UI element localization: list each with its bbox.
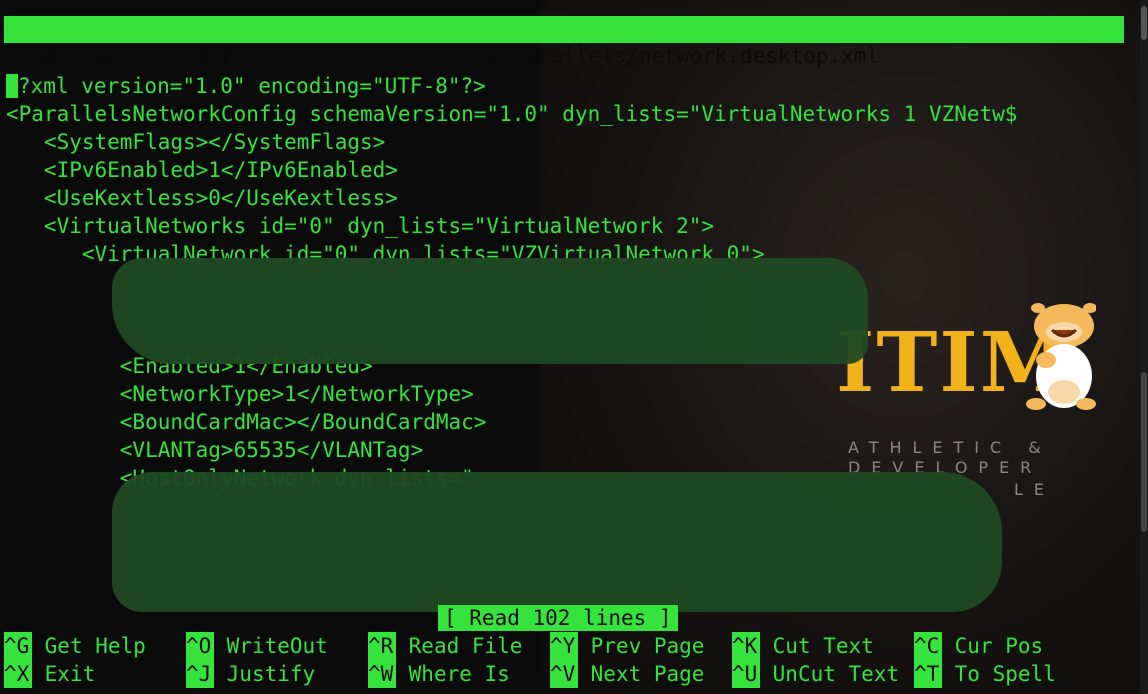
editor-line-11[interactable]: <VLANTag>65535</VLANTag> [6,436,423,464]
shortcut-get-help[interactable]: ^G Get Help [4,632,146,660]
editor-line-1[interactable]: ?xml version="1.0" encoding="UTF-8"?> [18,72,486,100]
shortcut-label: Get Help [44,634,146,658]
shortcut-justify[interactable]: ^J Justify [186,660,315,688]
title-text: GNU nano 2.0.6 File: ...y/Preferences/Pa… [32,44,880,68]
editor-line-4[interactable]: <IPv6Enabled>1</IPv6Enabled> [6,156,398,184]
scrollbar-thumb-top[interactable] [1141,6,1147,40]
shortcut-key: ^W [368,660,396,688]
shortcut-key: ^T [914,660,942,688]
shortcut-writeout[interactable]: ^O WriteOut [186,632,328,660]
shortcut-key: ^C [914,632,942,660]
shortcut-read-file[interactable]: ^R Read File [368,632,522,660]
shortcut-where-is[interactable]: ^W Where Is [368,660,510,688]
shortcut-key: ^X [4,660,32,688]
shortcut-label: Read File [408,634,523,658]
shortcut-label: Next Page [590,662,705,686]
shortcut-label: Justify [226,662,316,686]
editor-line-10[interactable]: <BoundCardMac></BoundCardMac> [6,408,487,436]
scrollbar-thumb[interactable] [1141,372,1147,532]
shortcut-key: ^G [4,632,32,660]
shortcut-label: WriteOut [226,634,328,658]
shortcut-key: ^O [186,632,214,660]
shortcut-label: Exit [44,662,96,686]
shortcut-prev-page[interactable]: ^Y Prev Page [550,632,704,660]
shortcut-key: ^J [186,660,214,688]
shortcut-label: Cur Pos [954,634,1044,658]
nano-title-bar: GNU nano 2.0.6 File: ...y/Preferences/Pa… [4,16,1124,68]
wallpaper-tagline-3: LE [1014,480,1056,499]
redaction-block-upper [112,258,868,364]
shortcut-next-page[interactable]: ^V Next Page [550,660,704,688]
shortcut-cut-text[interactable]: ^K Cut Text [732,632,874,660]
shortcut-label: To Spell [954,662,1056,686]
shortcut-cur-pos[interactable]: ^C Cur Pos [914,632,1043,660]
wallpaper-tagline-1: ATHLETIC & [848,438,1052,457]
shortcut-to-spell[interactable]: ^T To Spell [914,660,1056,688]
editor-line-5[interactable]: <UseKextless>0</UseKextless> [6,184,398,212]
text-cursor [6,74,18,98]
redaction-block-lower [112,472,1002,612]
shortcut-exit[interactable]: ^X Exit [4,660,95,688]
shortcut-label: Cut Text [772,634,874,658]
editor-line-9[interactable]: <NetworkType>1</NetworkType> [6,380,474,408]
shortcut-uncut-text[interactable]: ^U UnCut Text [732,660,899,688]
editor-line-3[interactable]: <SystemFlags></SystemFlags> [6,128,385,156]
shortcut-key: ^K [732,632,760,660]
shortcut-label: Where Is [408,662,510,686]
editor-line-2[interactable]: <ParallelsNetworkConfig schemaVersion="1… [6,100,1017,128]
shortcut-key: ^U [732,660,760,688]
status-message: [ Read 102 lines ] [438,605,678,631]
shortcut-label: Prev Page [590,634,705,658]
window-scrollbar[interactable] [1140,0,1148,694]
shortcut-key: ^Y [550,632,578,660]
editor-line-6[interactable]: <VirtualNetworks id="0" dyn_lists="Virtu… [6,212,714,240]
shortcut-key: ^R [368,632,396,660]
shortcut-key: ^V [550,660,578,688]
shortcut-label: UnCut Text [772,662,900,686]
